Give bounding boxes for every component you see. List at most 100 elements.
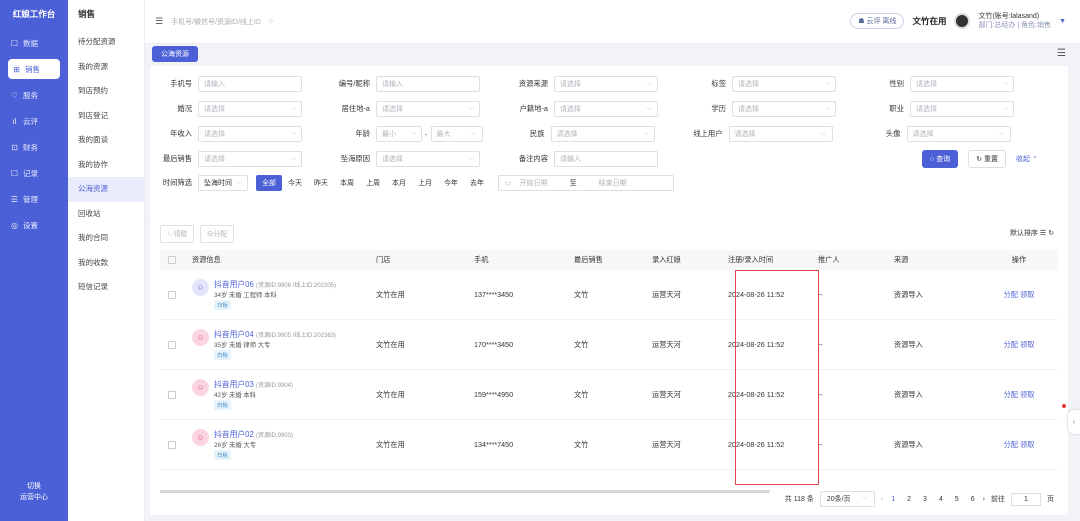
- sub-nav-item[interactable]: 待分配资源: [68, 30, 144, 55]
- resource-name[interactable]: 抖音用户03: [214, 380, 254, 389]
- search-icon[interactable]: ○: [269, 18, 273, 25]
- resource-name[interactable]: 抖音用户04: [214, 330, 254, 339]
- time-tag[interactable]: 上周: [360, 175, 386, 191]
- time-tag[interactable]: 本月: [386, 175, 412, 191]
- row-checkbox[interactable]: [168, 340, 176, 349]
- next-page-icon[interactable]: ›: [983, 496, 985, 503]
- claim-button[interactable]: ♘领取: [160, 225, 195, 243]
- table-row[interactable]: ☺ 抖音用户06 (资源ID:9906 /线上ID:202305) 34岁 未婚 工…: [160, 270, 1058, 320]
- claim-link[interactable]: 领取: [1020, 290, 1034, 299]
- time-tag[interactable]: 今天: [282, 175, 308, 191]
- refresh-icon[interactable]: ↻: [1048, 230, 1054, 237]
- occupation-select[interactable]: 请选择 ⌵: [910, 101, 1014, 117]
- assign-button[interactable]: ⊟分配: [200, 225, 235, 243]
- table-row[interactable]: ☺ 抖音用户02 (资源ID:9903) 26岁 未婚 大专 白板 文竹在用 134***…: [160, 420, 1058, 470]
- sub-nav-item[interactable]: 我的协作: [68, 153, 144, 178]
- goto-page-input[interactable]: 1: [1011, 492, 1041, 506]
- drop-reason-select[interactable]: 请选择 ⌵: [376, 151, 480, 167]
- nav-item[interactable]: ıl 云评: [0, 108, 68, 134]
- remark-input[interactable]: 请输入: [554, 151, 658, 167]
- row-checkbox[interactable]: [168, 290, 176, 299]
- page-number[interactable]: 6: [969, 496, 977, 503]
- switch-ops-center[interactable]: 切换 运营中心: [0, 481, 68, 503]
- avatar-select[interactable]: 请选择 ⌵: [906, 126, 1011, 142]
- table-row[interactable]: ☺ 抖音用户04 (资源ID:9905 /线上ID:202363) 35岁 未婚 律…: [160, 320, 1058, 370]
- time-tag[interactable]: 今年: [438, 175, 464, 191]
- time-tag[interactable]: 昨天: [308, 175, 334, 191]
- nav-item[interactable]: ☐ 数据: [0, 30, 68, 56]
- nickname-input[interactable]: 请输入: [376, 76, 480, 92]
- row-checkbox[interactable]: [168, 440, 176, 449]
- claim-link[interactable]: 领取: [1020, 340, 1034, 349]
- time-tag[interactable]: 本周: [334, 175, 360, 191]
- age-min-select[interactable]: 最小 ⌵: [376, 126, 422, 142]
- table-row[interactable]: ☺ 抖音用户03 (资源ID:9904) 42岁 未婚 本科 白板 文竹在用 159***…: [160, 370, 1058, 420]
- resource-source-select[interactable]: 请选择 ⌵: [554, 76, 658, 92]
- store-name[interactable]: 文竹在用: [912, 15, 946, 27]
- nav-item[interactable]: ◎ 设置: [0, 212, 68, 238]
- cloud-status-badge[interactable]: ☗ 云评 离线: [850, 13, 905, 29]
- sub-nav-item[interactable]: 我的收款: [68, 251, 144, 276]
- time-type-select[interactable]: 坠海时间 ⌵: [198, 175, 248, 191]
- page-number[interactable]: 2: [905, 496, 913, 503]
- sub-nav-item[interactable]: 我的资源: [68, 55, 144, 80]
- hukou-select[interactable]: 请选择 ⌵: [554, 101, 658, 117]
- residence-select[interactable]: 请选择 ⌵: [376, 101, 480, 117]
- sub-nav-item[interactable]: 我的合同: [68, 226, 144, 251]
- user-info[interactable]: 文竹(账号:lalasand) 部门:总经办 | 角色:销售: [978, 12, 1051, 30]
- education-select[interactable]: 请选择 ⌵: [732, 101, 836, 117]
- resource-name[interactable]: 抖音用户06: [214, 280, 254, 289]
- page-size-select[interactable]: 20条/页 ⌵: [819, 491, 875, 507]
- marital-select[interactable]: 请选择 ⌵: [198, 101, 302, 117]
- phone-input[interactable]: 请输入: [198, 76, 302, 92]
- gender-select[interactable]: 请选择 ⌵: [910, 76, 1014, 92]
- avatar[interactable]: [954, 13, 971, 29]
- assign-link[interactable]: 分配: [1004, 340, 1018, 349]
- time-tag[interactable]: 全部: [256, 175, 282, 191]
- prev-page-icon[interactable]: ‹: [881, 496, 883, 503]
- time-tag[interactable]: 去年: [464, 175, 490, 191]
- nav-item[interactable]: ☰ 管理: [0, 186, 68, 212]
- assign-link[interactable]: 分配: [1004, 390, 1018, 399]
- global-search[interactable]: ☰ 手机号/微信号/资源ID/线上ID ○: [155, 16, 273, 27]
- page-number[interactable]: 1: [889, 496, 897, 503]
- online-user-select[interactable]: 请选择 ⌵: [728, 126, 833, 142]
- query-button[interactable]: ○ 查询: [922, 150, 959, 168]
- tab-public-pool[interactable]: 公海资源: [152, 46, 198, 62]
- page-number[interactable]: 3: [921, 496, 929, 503]
- sort-control[interactable]: 默认排序 ☰ ↻: [1010, 228, 1054, 238]
- sub-nav-item[interactable]: 到店登记: [68, 104, 144, 129]
- nav-item[interactable]: ⊡ 财务: [0, 134, 68, 160]
- menu-fold-icon[interactable]: ☰: [155, 16, 163, 27]
- row-checkbox[interactable]: [168, 390, 176, 399]
- caret-down-icon[interactable]: ▼: [1059, 18, 1066, 25]
- nav-item[interactable]: ♡ 服务: [0, 82, 68, 108]
- sub-nav-item[interactable]: 回收站: [68, 202, 144, 227]
- sub-nav-item[interactable]: 公海资源: [68, 177, 144, 202]
- sub-nav-item[interactable]: 我的面谈: [68, 128, 144, 153]
- assign-link[interactable]: 分配: [1004, 440, 1018, 449]
- page-number[interactable]: 5: [953, 496, 961, 503]
- sort-icon[interactable]: ☰: [1040, 230, 1046, 237]
- time-tag[interactable]: 上月: [412, 175, 438, 191]
- tag-select[interactable]: 请选择 ⌵: [732, 76, 836, 92]
- claim-link[interactable]: 领取: [1020, 440, 1034, 449]
- annual-income-select[interactable]: 请选择 ⌵: [198, 126, 302, 142]
- age-max-select[interactable]: 最大 ⌵: [430, 126, 483, 142]
- sub-nav-item[interactable]: 到店预约: [68, 79, 144, 104]
- ethnicity-select[interactable]: 请选择 ⌵: [550, 126, 655, 142]
- nav-item[interactable]: ⊞ 销售: [8, 59, 60, 79]
- date-range-picker[interactable]: ▭ 开始日期 至 结束日期: [498, 175, 674, 191]
- reset-button[interactable]: ↻ 重置: [968, 150, 1006, 168]
- collapse-link[interactable]: 收起 ⌃: [1016, 154, 1038, 164]
- horizontal-scrollbar[interactable]: [160, 490, 770, 493]
- list-menu-icon[interactable]: ☰: [1057, 48, 1066, 59]
- select-all-checkbox[interactable]: [168, 256, 176, 264]
- assign-link[interactable]: 分配: [1004, 290, 1018, 299]
- claim-link[interactable]: 领取: [1020, 390, 1034, 399]
- last-sales-select[interactable]: 请选择 ⌵: [198, 151, 302, 167]
- nav-item[interactable]: ☐ 记录: [0, 160, 68, 186]
- resource-name[interactable]: 抖音用户02: [214, 430, 254, 439]
- sub-nav-item[interactable]: 短信记录: [68, 275, 144, 300]
- page-number[interactable]: 4: [937, 496, 945, 503]
